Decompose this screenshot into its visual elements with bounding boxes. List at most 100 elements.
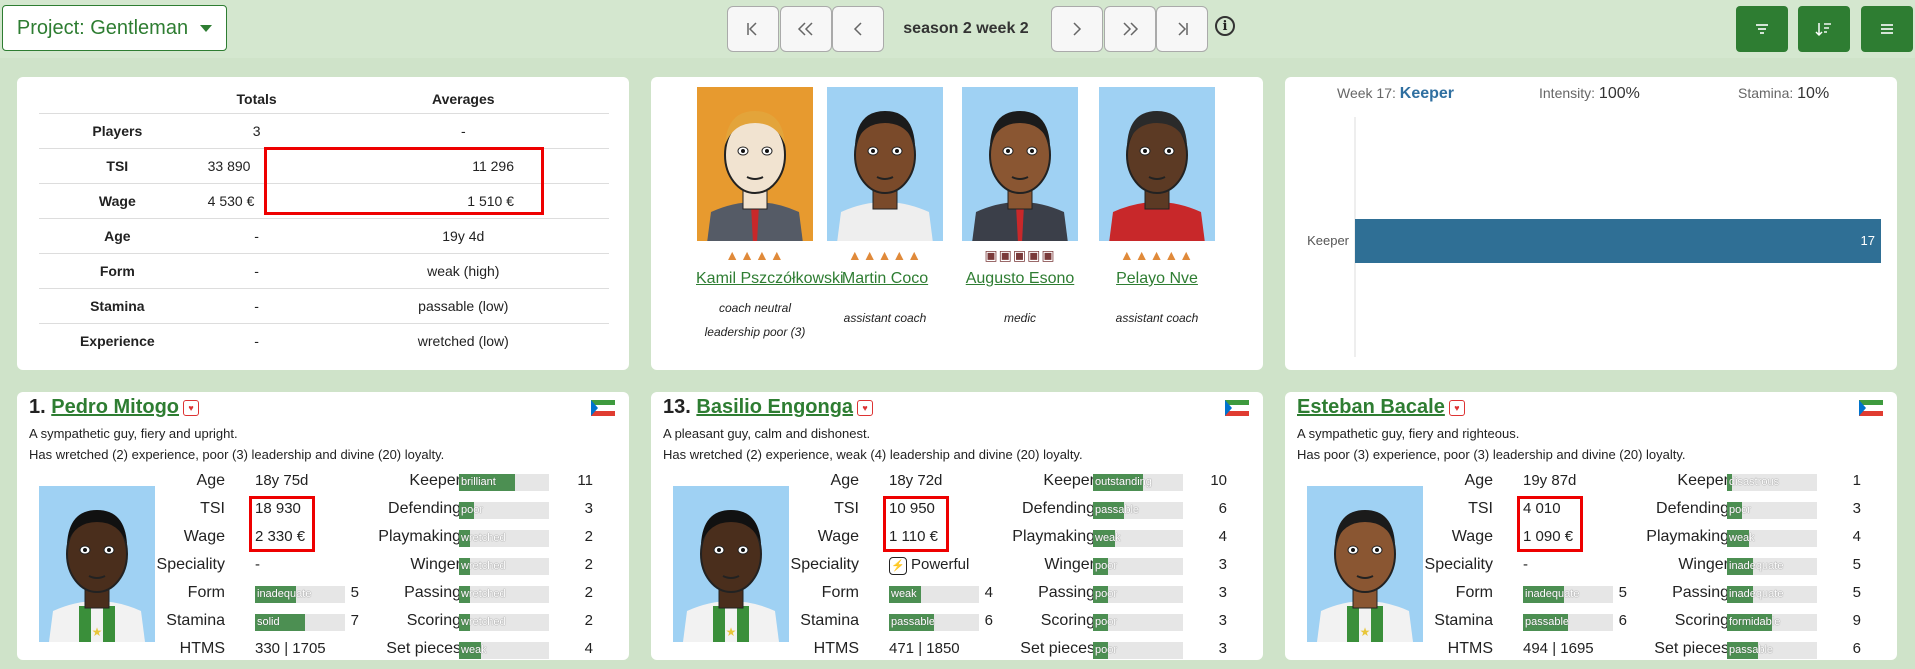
- skill-bar-text: inadequate: [1729, 588, 1784, 600]
- skill-name: Playmaking: [1012, 528, 1095, 545]
- training-intensity: Intensity: 100%: [1539, 85, 1640, 103]
- skill-bar-text: passable: [1525, 616, 1570, 628]
- whistle-icon: ▲: [1164, 247, 1180, 263]
- skill-bar-text: weak: [461, 644, 487, 656]
- previous-week-button[interactable]: [832, 6, 884, 52]
- intensity-label: Intensity:: [1539, 85, 1596, 101]
- whistle-icon: ▲: [877, 247, 893, 263]
- staff-avatar: [827, 87, 943, 241]
- flag-icon: [591, 400, 615, 416]
- player-name-link[interactable]: Pedro Mitogo: [51, 396, 179, 418]
- skill-bar: inadequate: [1523, 586, 1613, 603]
- staff-name-link[interactable]: Martin Coco: [826, 270, 944, 288]
- heart-shield-icon: ♥: [183, 399, 200, 416]
- first-week-button[interactable]: [727, 6, 779, 52]
- staff-role-block: coach neutral leadership poor (3): [696, 296, 814, 344]
- chart-category-label: Keeper: [1307, 233, 1350, 248]
- skill-name: Playmaking: [1646, 528, 1729, 545]
- player-title: Esteban Bacale ♥: [1297, 396, 1465, 419]
- skill-bar-text: inadequate: [1525, 588, 1580, 600]
- player-personality: A sympathetic guy, fiery and upright.: [29, 426, 238, 441]
- player-title: 13. Basilio Engonga ♥: [663, 396, 874, 419]
- player-name-link[interactable]: Esteban Bacale: [1297, 396, 1445, 418]
- training-week-label: Week 17:: [1337, 85, 1396, 101]
- staff-role: leadership poor (3): [704, 325, 806, 339]
- skill-value: 11: [577, 472, 593, 489]
- row-total: 3: [195, 113, 318, 149]
- attr-label-age: Age: [196, 472, 225, 489]
- skill-bar: wretched: [459, 586, 549, 603]
- summary-row: Form - weak (high): [39, 253, 609, 289]
- last-week-button[interactable]: [1156, 6, 1208, 52]
- highlight-box: [264, 147, 544, 215]
- filter-icon: [1756, 24, 1768, 34]
- player-card: 1. Pedro Mitogo ♥ A sympathetic guy, fiery…: [17, 392, 629, 660]
- whistle-icon: ▲: [1149, 247, 1165, 263]
- staff-name-link[interactable]: Kamil Pszczółkowski: [696, 270, 844, 288]
- svg-text:★: ★: [726, 625, 737, 639]
- skill-bar: wretched: [459, 614, 549, 631]
- filter-button[interactable]: [1736, 6, 1788, 52]
- menu-button[interactable]: [1861, 6, 1913, 52]
- project-dropdown[interactable]: Project: Gentleman: [2, 5, 227, 51]
- sort-button[interactable]: [1798, 6, 1850, 52]
- skill-bar-text: passable: [891, 616, 936, 628]
- skill-bar-text: brilliant: [461, 476, 496, 488]
- summary-row: Players 3-: [39, 113, 609, 149]
- player-name-link[interactable]: Basilio Engonga: [696, 396, 853, 418]
- chevron-right-icon: [1073, 22, 1082, 36]
- player-speciality: -: [255, 556, 260, 573]
- skill-name: Scoring: [1674, 612, 1729, 629]
- staff-name-link[interactable]: Augusto Esono: [961, 270, 1079, 288]
- row-label: Wage: [39, 183, 196, 219]
- skill-bar-text: poor: [1729, 504, 1752, 516]
- skill-bar: poor: [1727, 502, 1817, 519]
- skill-name: Passing: [1672, 584, 1729, 601]
- row-label: Experience: [39, 323, 196, 358]
- skill-bar: weak: [1093, 530, 1183, 547]
- row-average: -: [317, 113, 609, 149]
- attr-label-tsi: TSI: [1468, 500, 1493, 517]
- skill-bar-text: wretched: [461, 532, 506, 544]
- staff-role: assistant coach: [1115, 311, 1199, 325]
- skill-bar: formidable: [1727, 614, 1817, 631]
- skill-name: Winger: [1044, 556, 1095, 573]
- skill-bar: weak: [889, 586, 979, 603]
- skill-bar-text: disastrous: [1729, 476, 1780, 488]
- attr-label-htms: HTMS: [813, 640, 859, 657]
- staff-name-link[interactable]: Pelayo Nve: [1098, 270, 1216, 288]
- speciality-text: Powerful: [911, 556, 970, 573]
- whistle-icon: ▲: [740, 247, 755, 263]
- whistle-icon: ▲: [892, 247, 908, 263]
- skip-first-icon: [747, 22, 757, 36]
- skill-bar: poor: [459, 502, 549, 519]
- attr-label-tsi: TSI: [200, 500, 225, 517]
- skill-value: 2: [584, 528, 593, 545]
- info-icon[interactable]: i: [1215, 16, 1235, 36]
- next-week-button[interactable]: [1051, 6, 1103, 52]
- staff-role-block: medic: [961, 306, 1079, 330]
- skill-bar: passable: [1727, 642, 1817, 659]
- back-many-button[interactable]: [780, 6, 832, 52]
- row-average: passable (low): [317, 288, 609, 324]
- skill-bar: weak: [459, 642, 549, 659]
- skill-bar: inadequate: [255, 586, 345, 603]
- medic-kit-icon: ▣: [1041, 247, 1056, 263]
- whistle-icon: ▲: [862, 247, 878, 263]
- skill-bar-text: solid: [257, 616, 280, 628]
- highlight-box: [249, 496, 315, 552]
- medic-kit-icon: ▣: [984, 247, 999, 263]
- forward-many-button[interactable]: [1104, 6, 1156, 52]
- attr-label-speciality: Speciality: [1424, 556, 1493, 573]
- medic-kit-icon: ▣: [1012, 247, 1028, 263]
- caret-down-icon: [200, 24, 213, 32]
- skill-bar-text: passable: [1729, 644, 1774, 656]
- skill-name: Set pieces: [1654, 640, 1729, 657]
- skill-value: 3: [584, 500, 593, 517]
- training-stamina: Stamina: 10%: [1738, 85, 1829, 103]
- skill-bar-text: wretched: [461, 616, 506, 628]
- player-age: 19y 87d: [1523, 472, 1577, 489]
- skill-bar-text: wretched: [461, 560, 506, 572]
- skill-bar: outstanding: [1093, 474, 1183, 491]
- skip-last-icon: [1178, 22, 1188, 36]
